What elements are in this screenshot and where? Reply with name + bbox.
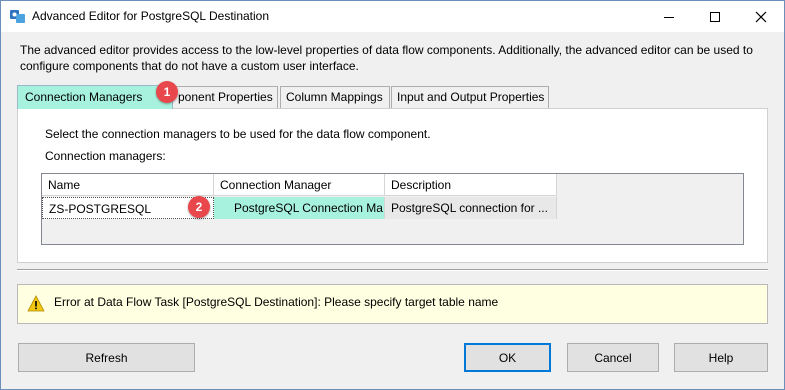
column-header-connection-manager[interactable]: Connection Manager (214, 174, 385, 196)
tab-connection-managers[interactable]: Connection Managers (17, 85, 173, 109)
divider (17, 269, 768, 271)
tab-column-mappings[interactable]: Column Mappings (280, 86, 390, 108)
column-header-name[interactable]: Name (42, 174, 214, 196)
advanced-editor-window: Advanced Editor for PostgreSQL Destinati… (0, 0, 785, 390)
intro-description: The advanced editor provides access to t… (20, 43, 753, 73)
connection-managers-grid[interactable]: Name Connection Manager Description ZS-P… (41, 173, 744, 245)
error-message-bar: Error at Data Flow Task [PostgreSQL Dest… (17, 284, 768, 324)
table-row[interactable]: ZS-POSTGRESQL PostgreSQL Connection Ma..… (42, 197, 557, 219)
grid-header-row: Name Connection Manager Description (42, 174, 557, 196)
cell-connection-manager[interactable]: PostgreSQL Connection Ma... (214, 197, 385, 219)
panel-description: Select the connection managers to be use… (45, 127, 431, 141)
refresh-button[interactable]: Refresh (18, 343, 195, 372)
cell-description[interactable]: PostgreSQL connection for ... (385, 197, 557, 219)
maximize-icon[interactable] (692, 1, 738, 32)
connection-managers-panel: Select the connection managers to be use… (17, 108, 768, 263)
close-icon[interactable] (738, 1, 784, 32)
ok-button[interactable]: OK (464, 343, 551, 372)
ssis-component-icon (9, 7, 27, 25)
callout-badge-2: 2 (188, 196, 210, 218)
warning-icon (27, 295, 45, 313)
connection-managers-label: Connection managers: (45, 149, 166, 163)
minimize-icon[interactable] (646, 1, 692, 32)
title-bar[interactable]: Advanced Editor for PostgreSQL Destinati… (1, 1, 784, 32)
cancel-button[interactable]: Cancel (567, 343, 659, 372)
error-text: Error at Data Flow Task [PostgreSQL Dest… (54, 295, 499, 309)
help-button[interactable]: Help (674, 343, 768, 372)
window-title: Advanced Editor for PostgreSQL Destinati… (32, 9, 270, 23)
column-header-description[interactable]: Description (385, 174, 557, 196)
tab-input-output-properties[interactable]: Input and Output Properties (391, 86, 549, 108)
callout-badge-1: 1 (156, 81, 178, 103)
